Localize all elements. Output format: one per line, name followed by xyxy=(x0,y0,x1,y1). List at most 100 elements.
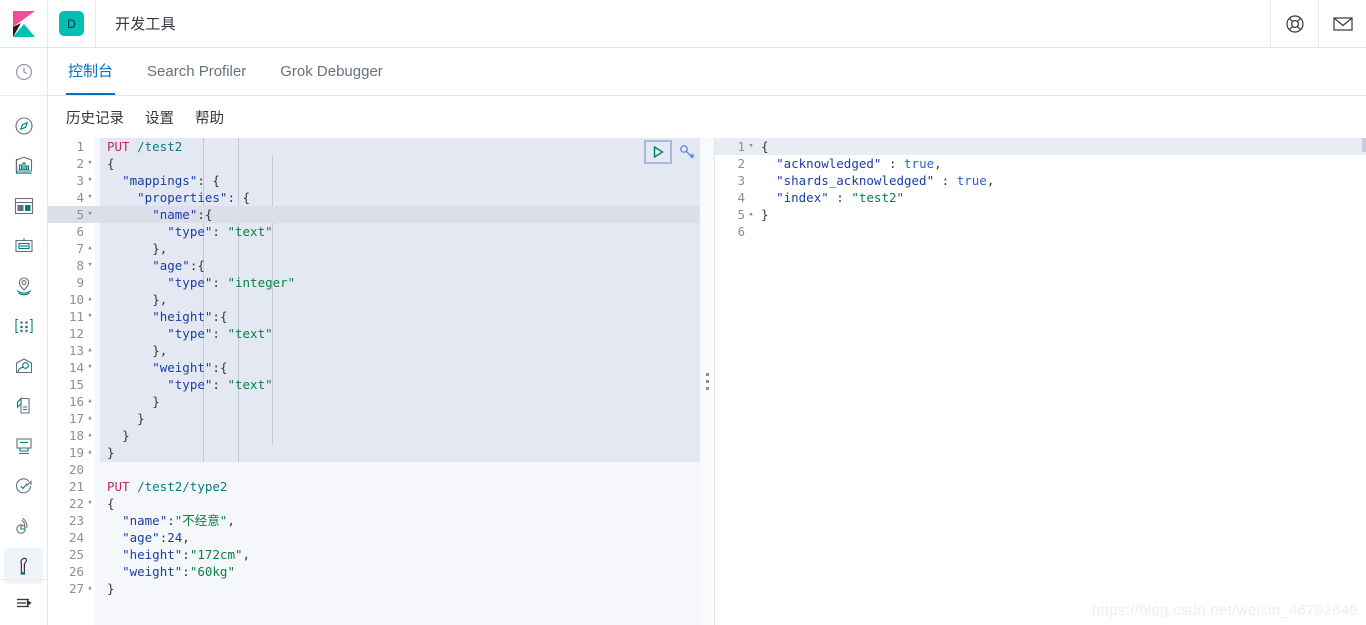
code-line: 3 ▾ "mappings": { xyxy=(48,172,700,189)
line-number: 14 xyxy=(68,360,84,375)
submenu-settings[interactable]: 设置 xyxy=(145,107,174,128)
line-number: 9 xyxy=(76,275,84,290)
code-text: "height":{ xyxy=(152,309,228,324)
code-fold-toggle[interactable]: ▾ xyxy=(86,155,94,172)
code-line: 12 "type": "text" xyxy=(48,325,700,342)
line-number: 6 xyxy=(76,224,84,239)
code-fold-toggle[interactable]: ▾ xyxy=(86,359,94,376)
sidebar-item-machine-learning[interactable] xyxy=(0,306,47,346)
tab-search-profiler[interactable]: Search Profiler xyxy=(145,48,248,95)
code-fold-toggle[interactable]: ▾ xyxy=(86,206,94,223)
tab-console[interactable]: 控制台 xyxy=(66,48,116,95)
code-fold-toggle[interactable]: ▴ xyxy=(86,410,94,427)
code-fold-toggle[interactable]: ▾ xyxy=(86,308,94,325)
code-text: "age":24, xyxy=(122,530,190,545)
request-action-buttons xyxy=(644,140,698,164)
response-code-lines: 1 ▾{2 "acknowledged" : true, 3 "shards_ack… xyxy=(715,138,1366,240)
primary-nav-rail xyxy=(0,48,48,625)
notifications-mail-button[interactable] xyxy=(1318,0,1366,47)
code-fold-toggle[interactable]: ▴ xyxy=(86,580,94,597)
line-number: 26 xyxy=(68,564,84,579)
dev-tools-tab-bar: 控制台 Search Profiler Grok Debugger xyxy=(48,48,1366,96)
code-fold-toggle[interactable]: ▾ xyxy=(86,257,94,274)
code-line: 19 ▴} xyxy=(48,444,700,461)
sidebar-item-canvas[interactable] xyxy=(0,226,47,266)
line-number: 4 xyxy=(76,190,84,205)
recently-viewed-clock-icon xyxy=(15,63,32,80)
code-line: 6 xyxy=(715,223,1366,240)
code-fold-toggle[interactable]: ▴ xyxy=(86,393,94,410)
console-editor-area: 1 PUT /test2 2 ▾{3 ▾ "mappings": {4 ▾ "proper… xyxy=(48,138,1366,625)
dev-tools-wrench-icon xyxy=(19,557,27,575)
console-submenu: 历史记录 设置 帮助 xyxy=(48,96,1366,138)
code-fold-toggle[interactable]: ▴ xyxy=(86,444,94,461)
sidebar-item-visualize[interactable] xyxy=(0,146,47,186)
sidebar-item-logs[interactable] xyxy=(0,386,47,426)
code-text: "type": "text" xyxy=(167,224,273,239)
panel-splitter[interactable] xyxy=(700,138,714,625)
collapse-nav-button[interactable] xyxy=(0,579,47,625)
code-text: "weight":{ xyxy=(152,360,228,375)
code-line: 21 PUT /test2/type2 xyxy=(48,478,700,495)
line-number: 2 xyxy=(737,156,745,171)
code-text: } xyxy=(122,428,130,443)
code-text: "shards_acknowledged" : true, xyxy=(776,173,995,188)
mail-envelope-icon xyxy=(1332,16,1353,31)
response-editor-pane[interactable]: 1 ▾{2 "acknowledged" : true, 3 "shards_ack… xyxy=(715,138,1366,625)
line-number: 20 xyxy=(68,462,84,477)
code-line: 10 ▴ }, xyxy=(48,291,700,308)
logs-page-icon xyxy=(16,397,30,414)
line-number: 11 xyxy=(68,309,84,324)
code-line: 13 ▴ }, xyxy=(48,342,700,359)
code-text: "mappings": { xyxy=(122,173,220,188)
line-number: 17 xyxy=(68,411,84,426)
code-line: 7 ▴ }, xyxy=(48,240,700,257)
code-text: "acknowledged" : true, xyxy=(776,156,942,171)
submenu-history[interactable]: 历史记录 xyxy=(66,107,124,128)
sidebar-item-maps[interactable] xyxy=(0,266,47,306)
line-number: 13 xyxy=(68,343,84,358)
run-request-button[interactable] xyxy=(644,140,672,164)
sidebar-item-stack-monitoring[interactable] xyxy=(0,506,47,546)
code-fold-toggle[interactable]: ▴ xyxy=(86,342,94,359)
page-title: 开发工具 xyxy=(115,16,176,33)
csdn-watermark: https://blog.csdn.net/weixin_46792649 xyxy=(1091,602,1358,619)
line-number: 10 xyxy=(68,292,84,307)
apm-monitor-icon xyxy=(15,438,32,455)
recently-viewed-button[interactable] xyxy=(0,48,47,96)
request-options-button[interactable] xyxy=(676,140,698,164)
tab-grok-debugger[interactable]: Grok Debugger xyxy=(278,48,385,95)
help-button[interactable] xyxy=(1270,0,1318,47)
code-line: 20 xyxy=(48,461,700,478)
sidebar-item-uptime[interactable] xyxy=(0,466,47,506)
code-fold-toggle[interactable]: ▾ xyxy=(86,172,94,189)
sidebar-item-infrastructure[interactable] xyxy=(0,346,47,386)
response-scrollbar[interactable] xyxy=(1362,138,1366,152)
code-text: "height":"172cm", xyxy=(122,547,251,562)
request-editor-pane[interactable]: 1 PUT /test2 2 ▾{3 ▾ "mappings": {4 ▾ "proper… xyxy=(48,138,700,625)
code-fold-toggle[interactable]: ▾ xyxy=(747,138,755,155)
code-text: "type": "integer" xyxy=(167,275,296,290)
code-fold-toggle[interactable]: ▴ xyxy=(747,206,755,223)
submenu-help[interactable]: 帮助 xyxy=(195,107,224,128)
line-number: 2 xyxy=(76,156,84,171)
sidebar-item-discover[interactable] xyxy=(0,106,47,146)
code-fold-toggle[interactable]: ▾ xyxy=(86,495,94,512)
code-text: PUT /test2/type2 xyxy=(107,479,228,494)
line-number: 25 xyxy=(68,547,84,562)
kibana-logo-button[interactable] xyxy=(0,0,48,47)
sidebar-item-dashboard[interactable] xyxy=(0,186,47,226)
line-number: 21 xyxy=(68,479,84,494)
line-number: 6 xyxy=(737,224,745,239)
visualize-chart-icon xyxy=(15,156,32,174)
code-text: } xyxy=(761,207,769,222)
request-code-lines: 1 PUT /test2 2 ▾{3 ▾ "mappings": {4 ▾ "proper… xyxy=(48,138,700,597)
code-fold-toggle[interactable]: ▾ xyxy=(86,189,94,206)
code-line: 18 ▴ } xyxy=(48,427,700,444)
app-badge-container: D xyxy=(48,0,96,47)
header-spacer xyxy=(176,0,1270,47)
sidebar-item-apm[interactable] xyxy=(0,426,47,466)
code-fold-toggle[interactable]: ▴ xyxy=(86,240,94,257)
code-fold-toggle[interactable]: ▴ xyxy=(86,427,94,444)
code-fold-toggle[interactable]: ▴ xyxy=(86,291,94,308)
